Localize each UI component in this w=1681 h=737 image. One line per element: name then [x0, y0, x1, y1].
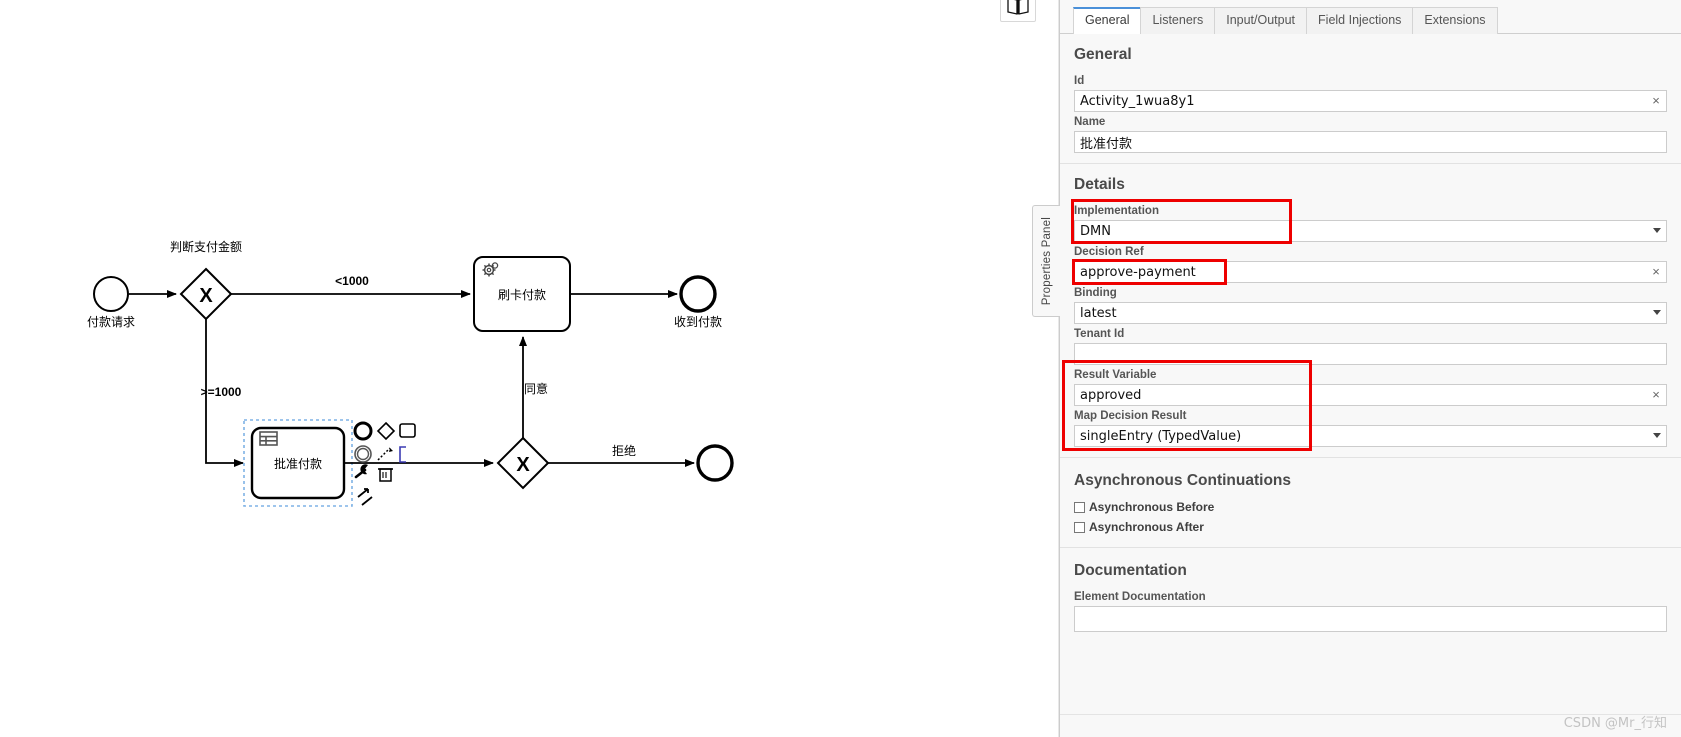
field-binding: Binding latest [1060, 283, 1681, 324]
field-label-tenant-id: Tenant Id [1074, 328, 1125, 340]
sequence-flow-reject-label: 拒绝 [612, 443, 636, 458]
bpmn-modeler-app: 付款请求 X 判断支付金额 <1000 >=1000 刷卡付款 收到付款 批准付… [0, 0, 1681, 737]
diagram-canvas[interactable]: 付款请求 X 判断支付金额 <1000 >=1000 刷卡付款 收到付款 批准付… [0, 0, 1059, 737]
delete-trash-icon[interactable] [378, 468, 393, 482]
field-tenant-id: Tenant Id [1060, 324, 1681, 365]
decision-ref-clear-icon[interactable]: × [1650, 264, 1662, 280]
field-label-binding: Binding [1074, 287, 1117, 299]
sequence-flow-lt1000-label: <1000 [335, 274, 369, 288]
group-title-documentation: Documentation [1074, 562, 1187, 579]
name-input[interactable] [1074, 131, 1667, 153]
properties-tabs[interactable]: General Listeners Input/Output Field Inj… [1060, 0, 1681, 34]
group-title-general: General [1074, 46, 1132, 63]
gateway-1-label: 判断支付金额 [170, 239, 242, 254]
tab-extensions[interactable]: Extensions [1412, 7, 1498, 34]
field-label-id: Id [1074, 75, 1085, 87]
tab-listeners[interactable]: Listeners [1140, 7, 1216, 34]
field-name: Name [1060, 112, 1681, 153]
id-clear-icon[interactable]: × [1650, 93, 1662, 109]
append-task-icon[interactable] [399, 423, 416, 438]
field-id: Id × [1060, 71, 1681, 112]
connect-tool-icon[interactable] [377, 447, 393, 461]
group-title-async: Asynchronous Continuations [1074, 472, 1291, 489]
properties-panel-handle[interactable]: Properties Panel [1032, 205, 1060, 317]
end-event-2-shape[interactable] [696, 444, 734, 482]
field-decision-ref: Decision Ref × [1060, 242, 1681, 283]
field-label-decision-ref: Decision Ref [1074, 246, 1144, 258]
start-event-shape[interactable] [93, 276, 129, 312]
field-result-variable: Result Variable × [1060, 365, 1681, 406]
bpmn-diagram: 付款请求 X 判断支付金额 <1000 >=1000 刷卡付款 收到付款 批准付… [87, 239, 734, 507]
business-rule-task-label: 批准付款 [274, 456, 322, 471]
field-implementation: Implementation DMN [1060, 201, 1681, 242]
gateway-1-marker: X [199, 285, 213, 307]
field-label-map-decision-result: Map Decision Result [1074, 410, 1187, 422]
append-connector-lower-icon[interactable] [357, 488, 373, 506]
async-after-checkbox[interactable] [1074, 521, 1085, 533]
end-event-1-label: 收到付款 [674, 315, 722, 329]
field-label-implementation: Implementation [1074, 205, 1159, 217]
result-variable-clear-icon[interactable]: × [1650, 387, 1662, 403]
element-documentation-textarea[interactable] [1074, 606, 1667, 632]
decision-ref-input[interactable] [1074, 261, 1667, 283]
properties-body: General Id × Name Details Implementation [1060, 34, 1681, 737]
binding-select[interactable]: latest [1074, 302, 1667, 324]
field-label-name: Name [1074, 116, 1106, 128]
field-label-element-documentation: Element Documentation [1074, 591, 1206, 603]
tenant-id-input[interactable] [1074, 343, 1667, 365]
end-event-1-shape[interactable] [679, 275, 717, 313]
result-variable-input[interactable] [1074, 384, 1667, 406]
tab-general[interactable]: General [1073, 7, 1142, 34]
implementation-select[interactable]: DMN [1074, 220, 1667, 242]
service-task-label: 刷卡付款 [498, 288, 546, 302]
properties-panel: Properties Panel General Listeners Input… [1000, 0, 1681, 737]
watermark: CSDN @Mr_行知 [1563, 716, 1667, 731]
field-label-result-variable: Result Variable [1074, 369, 1157, 381]
async-before-row[interactable]: Asynchronous Before [1060, 497, 1681, 517]
field-map-decision-result: Map Decision Result singleEntry (TypedVa… [1060, 406, 1681, 447]
async-before-checkbox[interactable] [1074, 501, 1085, 513]
change-type-wrench-icon[interactable] [354, 464, 368, 479]
append-gateway-icon[interactable] [376, 421, 396, 441]
map-decision-result-select[interactable]: singleEntry (TypedValue) [1074, 425, 1667, 447]
start-event-label: 付款请求 [87, 315, 135, 329]
append-end-event-icon[interactable] [353, 421, 373, 441]
tab-input-output[interactable]: Input/Output [1214, 7, 1308, 34]
context-pad[interactable] [352, 419, 422, 511]
gateway-2-marker: X [516, 454, 530, 476]
async-after-label: Asynchronous After [1089, 520, 1204, 534]
group-title-details: Details [1074, 176, 1125, 193]
sequence-flow-gte1000-label: >=1000 [201, 385, 242, 399]
sequence-flow-agree-label: 同意 [524, 381, 548, 396]
book-map-icon [1007, 0, 1029, 15]
properties-panel-handle-label: Properties Panel [1040, 216, 1053, 306]
tab-field-injections[interactable]: Field Injections [1306, 7, 1414, 34]
field-element-documentation: Element Documentation [1060, 587, 1681, 637]
append-text-annotation-icon[interactable] [399, 446, 406, 463]
async-after-row[interactable]: Asynchronous After [1060, 517, 1681, 537]
book-map-icon-button[interactable] [1000, 0, 1036, 22]
id-input[interactable] [1074, 90, 1667, 112]
async-before-label: Asynchronous Before [1089, 500, 1215, 514]
